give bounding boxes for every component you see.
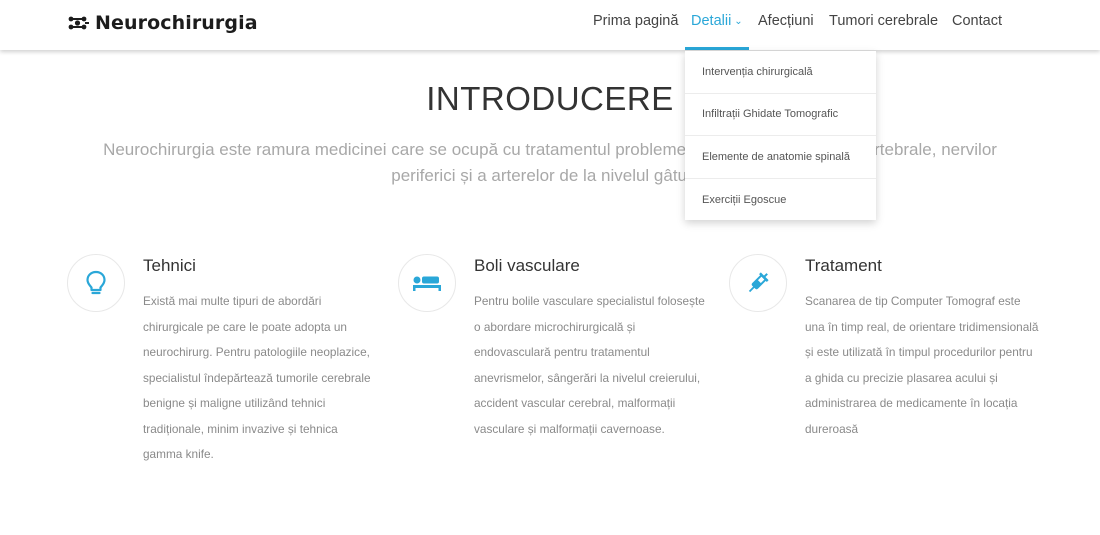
feature-text: Pentru bolile vasculare specialistul fol… bbox=[474, 294, 705, 436]
nav-item-prima-pagina[interactable]: Prima pagină bbox=[593, 13, 678, 29]
feature-text: Există mai multe tipuri de abordări chir… bbox=[143, 294, 371, 461]
dropdown-item-anatomie-spinala[interactable]: Elemente de anatomie spinală bbox=[685, 136, 876, 179]
dropdown-item-interventia-chirurgicala[interactable]: Intervenția chirurgicală bbox=[685, 51, 876, 94]
feature-icon-circle bbox=[729, 254, 787, 312]
dropdown-item-infiltratii-ghidate[interactable]: Infiltrații Ghidate Tomografic bbox=[685, 94, 876, 136]
feature-title: Tratament bbox=[805, 256, 882, 275]
feature-text: Scanarea de tip Computer Tomograf este u… bbox=[805, 294, 1039, 436]
nav-item-afectiuni[interactable]: Afecțiuni bbox=[758, 13, 814, 29]
feature-title: Tehnici bbox=[143, 256, 196, 275]
detalii-dropdown-menu: Intervenția chirurgicală Infiltrații Ghi… bbox=[685, 51, 876, 220]
nav-item-tumori-cerebrale[interactable]: Tumori cerebrale bbox=[829, 13, 938, 29]
intro-title: INTRODUCERE bbox=[426, 80, 674, 117]
brand-name: Neurochirurgia bbox=[95, 12, 258, 34]
dropdown-item-exercitii-egoscue[interactable]: Exerciții Egoscue bbox=[685, 179, 876, 222]
hospital-bed-icon bbox=[413, 276, 441, 291]
feature-icon-circle bbox=[67, 254, 125, 312]
feature-title: Boli vasculare bbox=[474, 256, 580, 275]
syringe-icon bbox=[748, 272, 769, 293]
nav-item-detalii-label: Detalii bbox=[691, 13, 732, 29]
chevron-down-icon: ⌄ bbox=[734, 16, 743, 27]
intro-text: Neurochirurgia este ramura medicinei car… bbox=[103, 140, 997, 185]
feature-icon-circle bbox=[398, 254, 456, 312]
nav-item-detalii[interactable]: Detalii ⌄ bbox=[691, 13, 743, 29]
logo[interactable]: Neurochirurgia bbox=[68, 10, 258, 36]
active-nav-indicator bbox=[685, 47, 749, 50]
logo-icon bbox=[68, 16, 89, 30]
nav-item-contact[interactable]: Contact bbox=[952, 13, 1002, 29]
lightbulb-icon bbox=[86, 270, 106, 295]
site-header: Neurochirurgia Prima pagină Detalii ⌄ Afe… bbox=[0, 0, 1100, 50]
